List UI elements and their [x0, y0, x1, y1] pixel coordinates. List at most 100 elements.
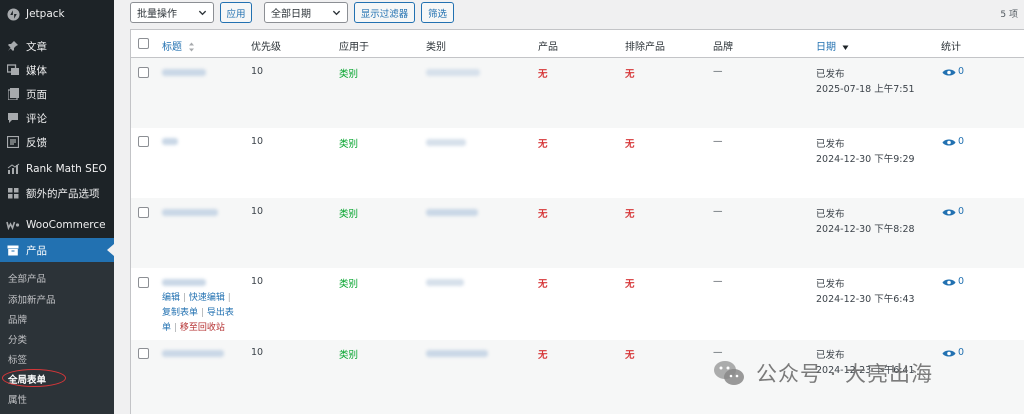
chevron-down-icon — [198, 10, 207, 16]
row-checkbox[interactable] — [138, 136, 149, 147]
row-stats-count[interactable]: 0 — [958, 276, 964, 287]
col-stats-header: 统计 — [941, 42, 961, 53]
forms-table: 标题 优先级 应用于 类别 产品 排除产品 品牌 日期 统计 10 类别 无 无… — [130, 29, 1024, 414]
sidebar-item-label: 页面 — [26, 88, 47, 101]
row-brand: — — [713, 276, 723, 287]
pin-icon — [0, 40, 26, 52]
date-filter-select[interactable]: 全部日期 — [264, 2, 348, 23]
submenu-item-all-products[interactable]: 全部产品 — [8, 271, 46, 285]
show-filters-button[interactable]: 显示过滤器 — [354, 2, 415, 23]
submenu-item-brands[interactable]: 品牌 — [8, 312, 27, 326]
row-date: 2025-07-18 上午7:51 — [816, 84, 915, 95]
sidebar-item-products[interactable]: 产品 — [0, 238, 114, 262]
col-title-label: 标题 — [162, 42, 182, 53]
woo-icon — [0, 220, 26, 230]
col-product-header: 产品 — [538, 42, 558, 53]
row-stats-count[interactable]: 0 — [958, 136, 964, 147]
row-date: 2024-12-30 下午9:29 — [816, 154, 915, 165]
sidebar-item-label: 评论 — [26, 112, 47, 125]
row-apply-to[interactable]: 类别 — [339, 136, 358, 150]
eye-icon[interactable] — [942, 278, 956, 287]
eye-icon[interactable] — [942, 349, 956, 358]
row-status: 已发布 — [816, 69, 845, 80]
row-title-link[interactable] — [162, 350, 224, 357]
row-apply-to[interactable]: 类别 — [339, 66, 358, 80]
sidebar-item-woocommerce[interactable]: WooCommerce — [0, 213, 114, 237]
sidebar-item-rankmath[interactable]: Rank Math SEO — [0, 157, 114, 181]
sidebar-item-label: Jetpack — [26, 8, 65, 20]
row-status: 已发布 — [816, 350, 845, 361]
row-category[interactable] — [426, 350, 488, 357]
admin-sidebar: Jetpack 文章 媒体 页面 评论 反馈 Rank Math SEO 额外的… — [0, 0, 114, 414]
row-title-link[interactable] — [162, 69, 206, 76]
row-product: 无 — [538, 209, 548, 220]
bulk-action-select[interactable]: 批量操作 — [130, 2, 214, 23]
apply-button[interactable]: 应用 — [220, 2, 252, 23]
col-date-header[interactable]: 日期 — [816, 38, 849, 53]
table-row: 10 类别 无 无 — 已发布 2024-12-30 下午8:28 0 — [131, 198, 1024, 268]
sort-icon — [189, 42, 195, 52]
row-status: 已发布 — [816, 139, 845, 150]
eye-icon[interactable] — [942, 138, 956, 147]
sidebar-item-jetpack[interactable]: Jetpack — [0, 2, 114, 26]
table-row: 10 类别 无 无 — 已发布 2024-12-23 下午6:41 0 — [131, 340, 1024, 414]
col-title-header[interactable]: 标题 — [162, 38, 195, 53]
row-category[interactable] — [426, 69, 480, 76]
row-category[interactable] — [426, 209, 478, 216]
row-category[interactable] — [426, 139, 466, 146]
col-brand-header: 品牌 — [713, 42, 733, 53]
row-stats-count[interactable]: 0 — [958, 66, 964, 77]
select-all-checkbox[interactable] — [138, 38, 149, 49]
row-checkbox[interactable] — [138, 348, 149, 359]
row-category[interactable] — [426, 279, 464, 286]
submenu-item-attributes[interactable]: 属性 — [8, 392, 27, 406]
sidebar-item-label: 媒体 — [26, 64, 47, 77]
row-date: 2024-12-30 下午6:43 — [816, 294, 915, 305]
sidebar-item-label: 文章 — [26, 40, 47, 53]
row-apply-to[interactable]: 类别 — [339, 347, 358, 361]
row-brand: — — [713, 66, 723, 77]
quick-edit-link[interactable]: 快速编辑 — [189, 293, 225, 303]
row-date: 2024-12-30 下午8:28 — [816, 224, 915, 235]
table-row: 10 类别 无 无 — 已发布 2025-07-18 上午7:51 0 — [131, 58, 1024, 128]
row-checkbox[interactable] — [138, 277, 149, 288]
row-stats-count[interactable]: 0 — [958, 347, 964, 358]
row-title-link[interactable] — [162, 138, 178, 145]
submenu-item-categories[interactable]: 分类 — [8, 332, 27, 346]
action-separator: | — [173, 323, 177, 333]
export-form-link-cont[interactable]: 单 — [162, 323, 171, 333]
chevron-down-icon — [332, 10, 341, 16]
sidebar-item-feedback[interactable]: 反馈 — [0, 130, 114, 154]
row-apply-to[interactable]: 类别 — [339, 206, 358, 220]
col-priority-header[interactable]: 优先级 — [251, 38, 281, 53]
row-checkbox[interactable] — [138, 67, 149, 78]
row-title-link[interactable] — [162, 209, 218, 216]
copy-form-link[interactable]: 复制表单 — [162, 308, 198, 318]
row-product: 无 — [538, 279, 548, 290]
sidebar-item-posts[interactable]: 文章 — [0, 34, 114, 58]
submenu-item-add-product[interactable]: 添加新产品 — [8, 292, 56, 306]
sidebar-item-label: 额外的产品选项 — [26, 187, 100, 200]
eye-icon[interactable] — [942, 68, 956, 77]
sidebar-item-label: 反馈 — [26, 136, 47, 149]
filter-button[interactable]: 筛选 — [421, 2, 454, 23]
sort-down-icon — [842, 45, 849, 50]
feedback-icon — [0, 136, 26, 148]
row-apply-to[interactable]: 类别 — [339, 276, 358, 290]
eye-icon[interactable] — [942, 208, 956, 217]
row-title-link[interactable] — [162, 279, 206, 286]
row-stats-count[interactable]: 0 — [958, 206, 964, 217]
edit-link[interactable]: 编辑 — [162, 293, 180, 303]
sidebar-item-extra-options[interactable]: 额外的产品选项 — [0, 181, 114, 205]
table-row: 编辑 | 快速编辑 | 复制表单 | 导出表 单 | 移至回收站 10 类别 无… — [131, 268, 1024, 340]
trash-link[interactable]: 移至回收站 — [180, 323, 225, 333]
row-status: 已发布 — [816, 279, 845, 290]
export-form-link[interactable]: 导出表 — [207, 308, 234, 318]
row-checkbox[interactable] — [138, 207, 149, 218]
col-category-header: 类别 — [426, 42, 446, 53]
col-apply-header: 应用于 — [339, 42, 369, 53]
submenu-item-tags[interactable]: 标签 — [8, 352, 27, 366]
sidebar-item-pages[interactable]: 页面 — [0, 82, 114, 106]
sidebar-item-comments[interactable]: 评论 — [0, 106, 114, 130]
sidebar-item-media[interactable]: 媒体 — [0, 58, 114, 82]
